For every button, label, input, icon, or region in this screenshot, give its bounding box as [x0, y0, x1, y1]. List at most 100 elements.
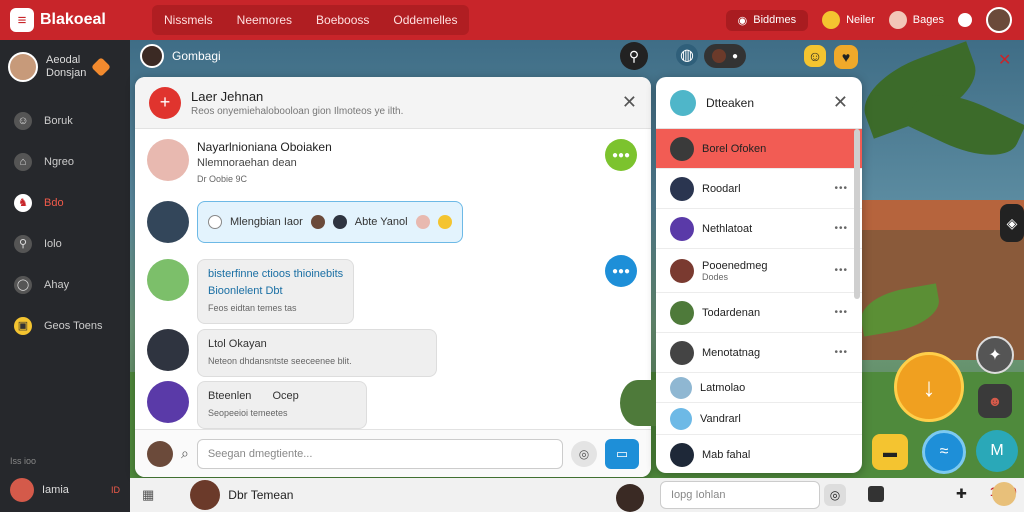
avatar[interactable]	[992, 482, 1016, 506]
skill-icon[interactable]: ≈	[922, 430, 966, 474]
scrollbar[interactable]	[854, 129, 860, 299]
contact-row[interactable]: Roodarl •••	[656, 169, 862, 209]
profile-avatar[interactable]	[986, 7, 1012, 33]
map-icon[interactable]: M	[976, 430, 1018, 472]
topbar-pill-button[interactable]: ◉ Biddmes	[725, 9, 809, 31]
avatar	[670, 136, 694, 161]
top-bar: ≡ Blakoeal Nissmels Neemores Boebooss Od…	[0, 0, 1024, 40]
contact-row[interactable]: Borel Ofoken	[656, 129, 862, 169]
contact-row[interactable]: Menotatnag •••	[656, 333, 862, 373]
sidebar-item-geos-toens[interactable]: ▣ Geos Toens	[0, 305, 130, 346]
contacts-title: Dtteaken	[706, 95, 755, 110]
contact-row[interactable]: Latmolao	[656, 373, 862, 403]
add-icon[interactable]: +	[149, 86, 181, 119]
close-icon[interactable]: ✕	[833, 92, 848, 113]
side-tab-icon[interactable]: ◈	[1000, 204, 1024, 242]
top-right-controls: ◉ Biddmes Neiler Bages	[725, 7, 1024, 33]
chat-icon: ◯	[14, 275, 32, 294]
message-input[interactable]: Seegan dmegtiente...	[196, 438, 563, 469]
avatar	[147, 139, 189, 181]
search-button[interactable]: ⚲	[620, 42, 648, 70]
coin-icon: ▣	[14, 316, 32, 335]
sidebar-user[interactable]: Iamia ID	[0, 478, 130, 512]
more-icon[interactable]: •••	[834, 347, 848, 358]
settings-icon[interactable]	[958, 13, 972, 27]
contact-row[interactable]: Nethlatoat •••	[656, 209, 862, 249]
contacts-panel: Dtteaken ✕ Borel Ofoken Roodarl ••• Neth…	[656, 77, 862, 473]
message-text: Bioonlelent Dbt	[208, 285, 283, 297]
chat-icon[interactable]	[868, 486, 884, 502]
list-item[interactable]: Nayarlnioniana Oboiaken Nlemnoraehan dea…	[147, 139, 332, 187]
list-item[interactable]: Bteenlen Ocep Seopeeioi temeetes	[147, 381, 367, 429]
trophy-icon[interactable]: ♥	[834, 45, 858, 69]
crosshair-icon[interactable]: ✦	[976, 336, 1014, 374]
sidebar-profile[interactable]: Aeodal Donsjan	[0, 40, 130, 94]
coin-counter[interactable]: Neiler	[822, 11, 875, 29]
camera-icon[interactable]: ◎	[824, 484, 846, 506]
sidebar-item-ahay[interactable]: ◯ Ahay	[0, 264, 130, 305]
status-pill[interactable]: ●	[704, 44, 747, 68]
app-logo[interactable]: ≡ Blakoeal	[0, 8, 150, 32]
controller-icon[interactable]: ✚	[956, 486, 967, 502]
list-item[interactable]: Ltol Okayan Neteon dhdansntste seeceenee…	[147, 329, 437, 377]
close-icon[interactable]: ✕	[622, 92, 637, 113]
close-icon[interactable]: ✕	[998, 50, 1011, 70]
header-strip-label: Gombagi	[172, 49, 221, 63]
user-icon	[208, 215, 222, 229]
emoji-icon[interactable]: ◎	[571, 440, 597, 467]
bottom-title: Dbr Temean	[228, 488, 294, 502]
topnav-item[interactable]: Oddemelles	[381, 13, 469, 27]
more-icon[interactable]: •••	[834, 183, 848, 194]
more-icon[interactable]: •••	[834, 265, 848, 276]
avatar	[310, 215, 325, 229]
sidebar-item-bdo[interactable]: ♞ Bdo	[0, 182, 130, 223]
attach-icon[interactable]: ⌕	[181, 445, 189, 462]
more-icon[interactable]: •••	[834, 307, 848, 318]
topnav-item[interactable]: Boebooss	[304, 13, 381, 27]
more-icon[interactable]: •••	[834, 223, 848, 234]
chest-icon[interactable]: ▬	[872, 434, 908, 470]
profile-name: Aeodal	[46, 54, 81, 66]
search-icon: ⚲	[628, 47, 640, 64]
avatar	[888, 11, 907, 29]
avatar	[670, 407, 692, 430]
list-item[interactable]: Mlengbian Iaor Abte Yanol	[147, 201, 463, 243]
topnav-item[interactable]: Nissmels	[152, 13, 225, 27]
home-icon: ⌂	[14, 152, 32, 171]
contact-row[interactable]: Pooenedmeg Dodes •••	[656, 249, 862, 293]
action-button[interactable]: ↓	[894, 352, 964, 422]
contact-row[interactable]: Todardenan •••	[656, 293, 862, 333]
send-button[interactable]: ▭	[605, 438, 639, 469]
contact-row[interactable]: Vandrarl	[656, 403, 862, 435]
status-badge[interactable]: ●●●	[605, 139, 637, 171]
sidebar-item-ngreo[interactable]: ⌂ Ngreo	[0, 141, 130, 182]
sidebar-item-iolo[interactable]: ⚲ Iolo	[0, 223, 130, 264]
topnav-item[interactable]: Neemores	[225, 13, 304, 27]
avatar	[8, 52, 38, 82]
avatar	[332, 215, 347, 229]
bottom-search-input[interactable]: Iopg Iohlan	[660, 481, 820, 509]
chat-subtitle: Reos onyemiehalobooloan gion Ilmoteos ye…	[191, 105, 404, 117]
sidebar-item-boruk[interactable]: ☺ Boruk	[0, 100, 130, 141]
emoji-icon	[437, 215, 452, 229]
avatar	[616, 484, 644, 512]
game-icon: ♞	[14, 193, 32, 212]
character-icon[interactable]: ☻	[978, 384, 1012, 418]
contact-row[interactable]: Mab fahal	[656, 435, 862, 473]
avatar	[190, 480, 221, 510]
chat-panel: + Laer Jehnan Reos onyemiehalobooloan gi…	[135, 77, 651, 477]
message-meta: Dr Oobie 9C	[197, 174, 248, 184]
avatar	[670, 442, 694, 467]
user-menu[interactable]: Bages	[888, 11, 944, 29]
avatar	[670, 340, 694, 365]
emoji-icon[interactable]: ☺	[804, 45, 826, 67]
message-author: Nayarlnioniana Oboiaken	[197, 140, 332, 154]
avatar	[10, 478, 34, 502]
menu-icon[interactable]: ▦	[142, 487, 154, 503]
coin-icon	[822, 11, 841, 29]
reply-button[interactable]: ●●●	[605, 255, 637, 287]
profile-subname: Donsjan	[46, 67, 87, 79]
avatar	[620, 380, 656, 426]
list-item[interactable]: bisterfinne ctioos thioinebits Bioonlele…	[147, 259, 355, 324]
globe-icon[interactable]: ◍	[676, 44, 698, 66]
